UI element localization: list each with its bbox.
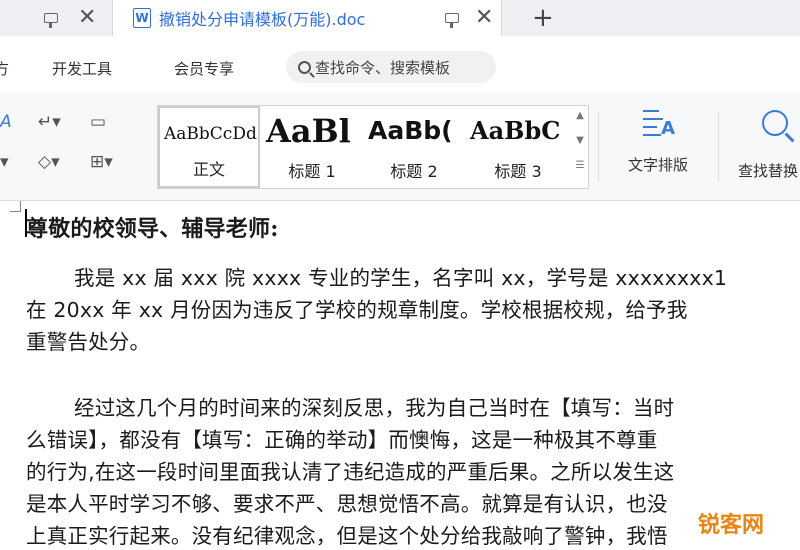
menu-item-partial[interactable]: 方 bbox=[0, 58, 9, 79]
paragraph-line[interactable]: 是本人平时学习不够、要求不严、思想觉悟不高。就算是有认识，也没 bbox=[26, 487, 668, 517]
new-tab-button[interactable]: + bbox=[532, 3, 554, 33]
divider bbox=[718, 112, 719, 182]
font-color-icon[interactable]: A bbox=[0, 112, 12, 132]
paragraph-line[interactable]: 的行为,在这一段时间里面我认清了违纪造成的严重后果。之所以发生这 bbox=[26, 455, 674, 485]
paragraph-line[interactable]: 重警告处分。 bbox=[26, 325, 150, 355]
tab-previous[interactable]: ✕ bbox=[0, 0, 112, 36]
command-search-placeholder: 查找命令、搜索模板 bbox=[315, 58, 451, 77]
style-heading-3[interactable]: AaBbC 标题 3 bbox=[466, 106, 570, 188]
tab-title: 撤销处分申请模板(万能).doc bbox=[159, 10, 366, 29]
ruler-icon[interactable]: ▭ bbox=[90, 112, 106, 132]
paragraph-line[interactable]: 上真正实行起来。没有纪律观念，但是这个处分给我敲响了警钟，我悟 bbox=[26, 519, 668, 549]
style-label: 正文 bbox=[192, 160, 225, 179]
menu-bar: 方 开发工具 会员专享 查找命令、搜索模板 bbox=[0, 36, 800, 92]
find-replace-icon[interactable] bbox=[762, 110, 788, 136]
style-label: 标题 2 bbox=[390, 162, 438, 181]
style-sample: AaBbC bbox=[470, 116, 561, 145]
style-normal[interactable]: AaBbCcDd 正文 bbox=[158, 106, 260, 188]
chevron-down-icon[interactable]: ▼ bbox=[576, 135, 584, 146]
style-heading-1[interactable]: AaBl 标题 1 bbox=[262, 106, 362, 188]
search-icon bbox=[298, 60, 311, 74]
line-spacing-icon[interactable]: ↵▾ bbox=[38, 112, 61, 132]
document-heading[interactable]: 尊敬的校领导、辅导老师: bbox=[26, 211, 279, 243]
menu-item-member[interactable]: 会员专享 bbox=[174, 58, 234, 79]
pin-icon[interactable] bbox=[44, 13, 58, 28]
style-label: 标题 3 bbox=[494, 162, 542, 181]
shading-icon[interactable]: ◇▾ bbox=[38, 152, 60, 172]
paragraph-line[interactable]: 我是 xx 届 xxx 院 xxxx 专业的学生，名字叫 xx，学号是 xxxx… bbox=[74, 261, 727, 291]
ribbon-toolbar: A ↵▾ ▭ ▾ ◇▾ ⊞▾ AaBbCcDd 正文 AaBl 标题 1 AaB… bbox=[0, 92, 800, 201]
close-icon[interactable]: ✕ bbox=[78, 7, 96, 29]
style-heading-2[interactable]: AaBb( 标题 2 bbox=[364, 106, 464, 188]
styles-scroll[interactable]: ▲ ▼ ☰ bbox=[574, 110, 586, 171]
text-layout-icon: A bbox=[641, 106, 675, 142]
menu-item-developer-tools[interactable]: 开发工具 bbox=[52, 58, 112, 79]
document-canvas[interactable]: 尊敬的校领导、辅导老师: 我是 xx 届 xxx 院 xxxx 专业的学生，名字… bbox=[0, 201, 800, 550]
paragraph-line[interactable]: 经过这几个月的时间来的深刻反思，我为自己当时在【填写：当时 bbox=[74, 391, 674, 421]
borders-icon[interactable]: ⊞▾ bbox=[90, 152, 113, 172]
tab-active-document[interactable]: W 撤销处分申请模板(万能).doc ✕ bbox=[112, 0, 502, 36]
command-search-input[interactable]: 查找命令、搜索模板 bbox=[286, 51, 496, 83]
dropdown-icon[interactable]: ▾ bbox=[0, 152, 9, 172]
watermark-logo: 锐客网 bbox=[676, 506, 786, 540]
chevron-up-icon[interactable]: ▲ bbox=[576, 110, 584, 121]
pin-icon[interactable] bbox=[445, 13, 459, 28]
style-label: 标题 1 bbox=[288, 162, 336, 181]
styles-gallery: AaBbCcDd 正文 AaBl 标题 1 AaBb( 标题 2 AaBbC 标… bbox=[157, 105, 589, 189]
paragraph-line[interactable]: 么错误】，都没有【填写：正确的举动】而懊悔，这是一种极其不尊重 bbox=[26, 423, 657, 453]
style-sample: AaBl bbox=[266, 112, 351, 150]
word-doc-icon: W bbox=[133, 8, 151, 28]
style-sample: AaBb( bbox=[368, 116, 453, 145]
text-layout-button[interactable]: A 文字排版 bbox=[612, 106, 704, 175]
tab-bar: ✕ W 撤销处分申请模板(万能).doc ✕ + bbox=[0, 0, 800, 37]
expand-icon[interactable]: ☰ bbox=[576, 160, 585, 171]
style-sample: AaBbCcDd bbox=[164, 124, 257, 144]
divider bbox=[598, 112, 599, 182]
paragraph-line[interactable]: 在 20xx 年 xx 月份因为违反了学校的规章制度。学校根据校规，给予我 bbox=[26, 293, 688, 323]
margin-corner-mark bbox=[10, 201, 21, 212]
close-icon[interactable]: ✕ bbox=[475, 7, 493, 29]
text-layout-label: 文字排版 bbox=[627, 156, 688, 174]
find-replace-label[interactable]: 查找替换 bbox=[738, 160, 798, 181]
